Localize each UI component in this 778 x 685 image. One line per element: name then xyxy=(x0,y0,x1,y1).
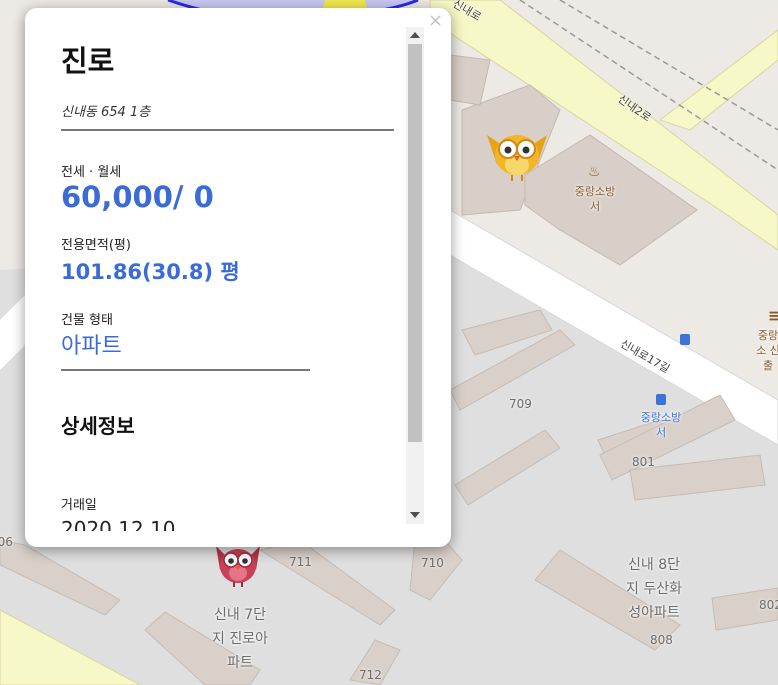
building-type-label: 건물 형태 xyxy=(61,313,113,328)
bus-stop-icon[interactable] xyxy=(656,394,666,405)
building-number: 710 xyxy=(421,556,444,570)
poi-label-fire-station: 중랑소방 서 xyxy=(566,184,624,214)
place-label-line: 신내 7단 xyxy=(214,607,266,623)
building-number: 711 xyxy=(289,555,312,569)
building-icon: ≡ xyxy=(768,306,778,325)
poi-label-line: 중랑소방 xyxy=(574,185,616,198)
popup-content[interactable]: 진로 신내동 654 1층 전세 · 월세 60,000/ 0 전용면적(평) … xyxy=(61,8,401,531)
building-number: 801 xyxy=(632,455,655,469)
building-number: 802 xyxy=(759,598,778,612)
close-icon[interactable]: × xyxy=(428,12,443,30)
bus-stop-icon[interactable] xyxy=(680,334,690,345)
building-number: 808 xyxy=(650,633,673,647)
poi-label-line: 출 xyxy=(762,359,774,372)
poi-label-bus-stop: 중랑소방 서 xyxy=(632,410,690,440)
place-label-line: 신내 8단 xyxy=(628,557,680,573)
building-number: 706 xyxy=(0,535,13,549)
popup-scrollbar[interactable] xyxy=(406,27,424,524)
scroll-up-icon[interactable] xyxy=(410,32,420,38)
place-label-line: 파트 xyxy=(227,655,253,671)
area-label: 전용면적(평) xyxy=(61,238,131,253)
listing-popup: 진로 신내동 654 1층 전세 · 월세 60,000/ 0 전용면적(평) … xyxy=(25,8,451,547)
fire-station-icon[interactable]: ♨ xyxy=(588,164,601,180)
poi-label-right-edge: 중랑 소 신 출 xyxy=(748,328,778,373)
place-label-sinnae7: 신내 7단 지 진로아 파트 xyxy=(200,603,280,675)
owl-marker-icon[interactable] xyxy=(210,540,266,588)
detail-section-title: 상세정보 xyxy=(61,414,135,438)
popup-title: 진로 xyxy=(61,44,115,78)
scroll-down-icon[interactable] xyxy=(410,512,420,518)
owl-marker-icon[interactable] xyxy=(482,125,552,185)
building-type-value: 아파트 xyxy=(61,334,122,359)
building-number: 709 xyxy=(509,397,532,411)
poi-label-line: 서 xyxy=(655,426,667,439)
place-label-sinnae8: 신내 8단 지 두산화 성아파트 xyxy=(612,553,696,625)
deposit-value: 60,000/ 0 xyxy=(61,180,214,214)
poi-label-line: 중랑 xyxy=(757,329,778,342)
place-label-line: 지 진로아 xyxy=(212,631,268,647)
place-label-line: 지 두산화 xyxy=(626,581,682,597)
scroll-thumb[interactable] xyxy=(408,44,422,442)
place-label-line: 성아파트 xyxy=(628,605,680,621)
divider xyxy=(61,369,310,371)
poi-label-line: 중랑소방 xyxy=(640,411,682,424)
building-number: 712 xyxy=(359,668,382,682)
deposit-label: 전세 · 월세 xyxy=(61,165,122,180)
trade-date-value: 2020.12.10 xyxy=(61,517,176,531)
poi-label-line: 서 xyxy=(589,200,601,213)
divider xyxy=(61,129,394,131)
trade-date-label: 거래일 xyxy=(61,498,97,513)
poi-label-line: 소 신 xyxy=(756,344,778,357)
area-value: 101.86(30.8) 평 xyxy=(61,260,240,284)
popup-address: 신내동 654 1층 xyxy=(61,105,151,120)
